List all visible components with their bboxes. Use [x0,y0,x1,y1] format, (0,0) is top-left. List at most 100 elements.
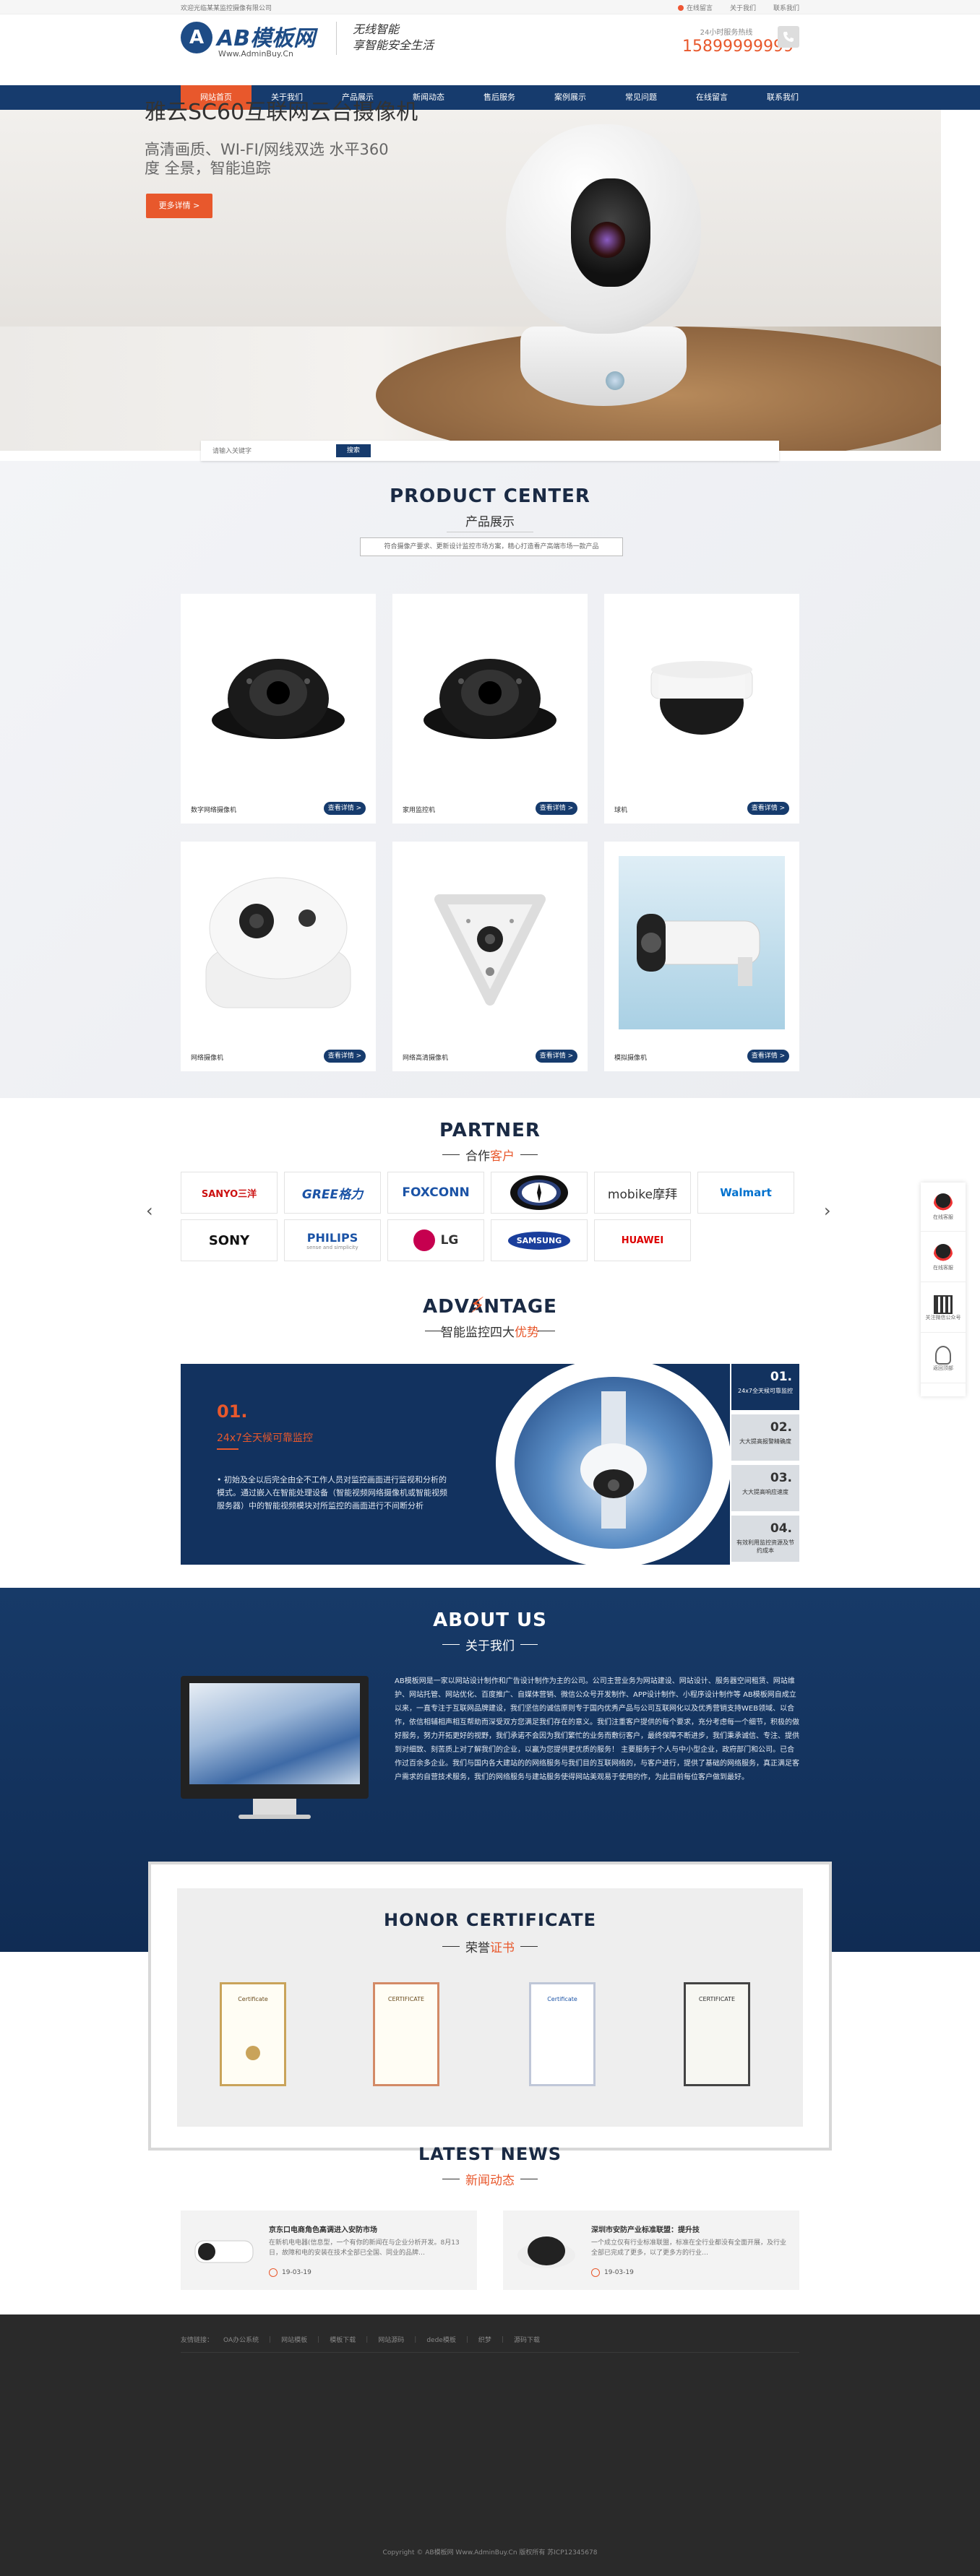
product-detail-button[interactable]: 查看详情 > [536,802,577,815]
partner-logo-huawei[interactable]: HUAWEI [594,1219,691,1261]
product-detail-button[interactable]: 查看详情 > [324,802,366,815]
advantage-title-en: ADVANTAGE [423,1296,557,1318]
partner-logo-philips[interactable]: PHILIPS sense and simplicity [284,1219,381,1261]
about-title-cn: 关于我们 [465,1639,515,1654]
seal-icon [246,2046,260,2060]
footer-link[interactable]: 网站源码 [378,2335,404,2344]
product-card[interactable]: 网络摄像机 查看详情 > [181,842,376,1071]
product-card[interactable]: 球机 查看详情 > [604,594,799,824]
products-title-cn: 产品展示 [465,515,515,530]
qq-icon [934,1193,953,1214]
advantage-image [515,1377,713,1549]
title-dash-left [442,1644,460,1645]
news-item[interactable]: 深圳市安防产业标准联盟：提升技 一个成立仅有行业标准联盟，标准在全行业都没有全面… [503,2210,799,2290]
news-image [510,2223,583,2277]
product-card[interactable]: 网络高清摄像机 查看详情 > [392,842,588,1071]
product-detail-button[interactable]: 查看详情 > [747,1050,789,1063]
phone-icon [778,26,799,48]
search-button[interactable]: 搜索 [336,444,371,457]
title-dash-right [520,1644,538,1645]
advantage-text: • 初始及全以后完全由全不工作人员对监控画面进行监视和分析的模式。通过嵌入在智能… [217,1475,447,1510]
partner-logo-foxconn[interactable]: FOXCONN [387,1172,484,1214]
partner-logo-benz[interactable] [491,1172,588,1214]
news-date: 19-03-19 [269,2268,311,2277]
top-link-message[interactable]: 在线留言 [677,3,713,12]
advantage-tab-1[interactable]: 01. 24x7全天候可靠监控 [731,1364,799,1410]
product-card[interactable]: 模拟摄像机 查看详情 > [604,842,799,1071]
about-title-en: ABOUT US [433,1609,547,1631]
partner-next-arrow[interactable]: › [824,1201,831,1221]
friend-links: 友情链接： OA办公系统 | 网站模板 | 模板下载 | 网站源码 | dede模板 | … [181,2335,540,2345]
product-image [407,856,573,1029]
news-title[interactable]: 深圳市安防产业标准联盟：提升技 [591,2223,700,2234]
product-detail-button[interactable]: 查看详情 > [747,802,789,815]
footer-link[interactable]: 网站模板 [281,2335,307,2344]
banner-more-button[interactable]: 更多详情 > [146,194,212,218]
side-qq-1[interactable]: 在线客服 [921,1183,966,1232]
samsung-name: SAMSUNG [507,1231,571,1250]
product-name: 球机 [614,807,628,814]
nav-cases[interactable]: 案例展示 [535,85,606,110]
product-image [619,608,785,782]
footer-link[interactable]: 织梦 [478,2335,491,2344]
certificate-1[interactable]: Certificate [217,1979,289,2089]
partner-title-en: PARTNER [439,1120,541,1141]
monitor-screen-image [189,1683,360,1784]
lg-circle-icon [413,1229,435,1251]
banner-camera-lens [589,222,625,258]
friend-links-label: 友情链接： [181,2337,214,2344]
news-item[interactable]: 京东口电商角色高调进入安防市场 在新机电电器(信息型，一个有你的新闻在与企业分析… [181,2210,477,2290]
partner-logo-lg[interactable]: LG [387,1219,484,1261]
top-link-contact[interactable]: 联系我们 [773,3,799,12]
logo-name[interactable]: AB模板网 [217,20,315,52]
nav-faq[interactable]: 常见问题 [606,85,676,110]
product-name: 网络摄像机 [191,1055,224,1062]
lg-name: LG [440,1233,459,1248]
logo-icon[interactable]: A [181,22,212,53]
top-link-about[interactable]: 关于我们 [730,3,756,12]
qq-icon [934,1243,953,1264]
news-title[interactable]: 京东口电商角色高调进入安防市场 [269,2223,377,2234]
nav-message[interactable]: 在线留言 [676,85,747,110]
logo-divider [336,22,337,55]
advantage-tab-4[interactable]: 04. 有效利用监控资源及节约成本 [731,1516,799,1562]
side-back-top[interactable]: 返回顶部 [921,1334,966,1383]
product-detail-button[interactable]: 查看详情 > [324,1050,366,1063]
side-qq-2[interactable]: 在线客服 [921,1233,966,1282]
advantage-headline: 24x7全天候可靠监控 [217,1432,314,1444]
nav-contact[interactable]: 联系我们 [747,85,818,110]
footer-link[interactable]: dede模板 [426,2335,456,2344]
partner-prev-arrow[interactable]: ‹ [146,1201,153,1221]
product-card[interactable]: 家用监控机 查看详情 > [392,594,588,824]
news-date: 19-03-19 [591,2268,634,2277]
product-name: 网络高清摄像机 [403,1055,449,1062]
banner-camera-led [606,371,624,390]
footer-link[interactable]: 源码下载 [514,2335,540,2344]
partner-logo-walmart[interactable]: Walmart [697,1172,794,1214]
hotline-label: 24小时服务热线 [700,29,753,37]
certificate-4[interactable]: CERTIFICATE [681,1979,753,2089]
side-wechat[interactable]: 关注微信公众号 [921,1284,966,1333]
footer-link[interactable]: OA办公系统 [223,2335,259,2344]
banner-subtitle: 高清画质、WI-FI/网线双选 水平360度 全景，智能追踪 [145,141,389,177]
partner-logo-mobike[interactable]: mobike摩拜 [594,1172,691,1214]
product-detail-button[interactable]: 查看详情 > [536,1050,577,1063]
advantage-tab-3[interactable]: 03. 大大提高响应速度 [731,1465,799,1511]
certificate-card: CERTIFICATE [684,1982,750,2086]
news-title-en: LATEST NEWS [418,2144,562,2164]
certificate-3[interactable]: Certificate [526,1979,598,2089]
welcome-text: 欢迎光临某某监控摄像有限公司 [181,5,272,12]
product-card[interactable]: 数字网络摄像机 查看详情 > [181,594,376,824]
partner-logo-samsung[interactable]: SAMSUNG [491,1219,588,1261]
partner-logo-sony[interactable]: SONY [181,1219,278,1261]
product-image [619,856,785,1029]
footer-link[interactable]: 模板下载 [330,2335,356,2344]
partner-logo-gree[interactable]: GREE格力 [284,1172,381,1214]
nav-service[interactable]: 售后服务 [464,85,535,110]
top-links: 在线留言 关于我们 联系我们 [677,3,799,12]
search-input[interactable] [212,444,335,457]
certificate-2[interactable]: CERTIFICATE [370,1979,442,2089]
advantage-tab-2[interactable]: 02. 大大提高报警精确度 [731,1414,799,1461]
partner-logo-sanyo[interactable]: SANYO三洋 [181,1172,278,1214]
product-image [195,856,361,1029]
